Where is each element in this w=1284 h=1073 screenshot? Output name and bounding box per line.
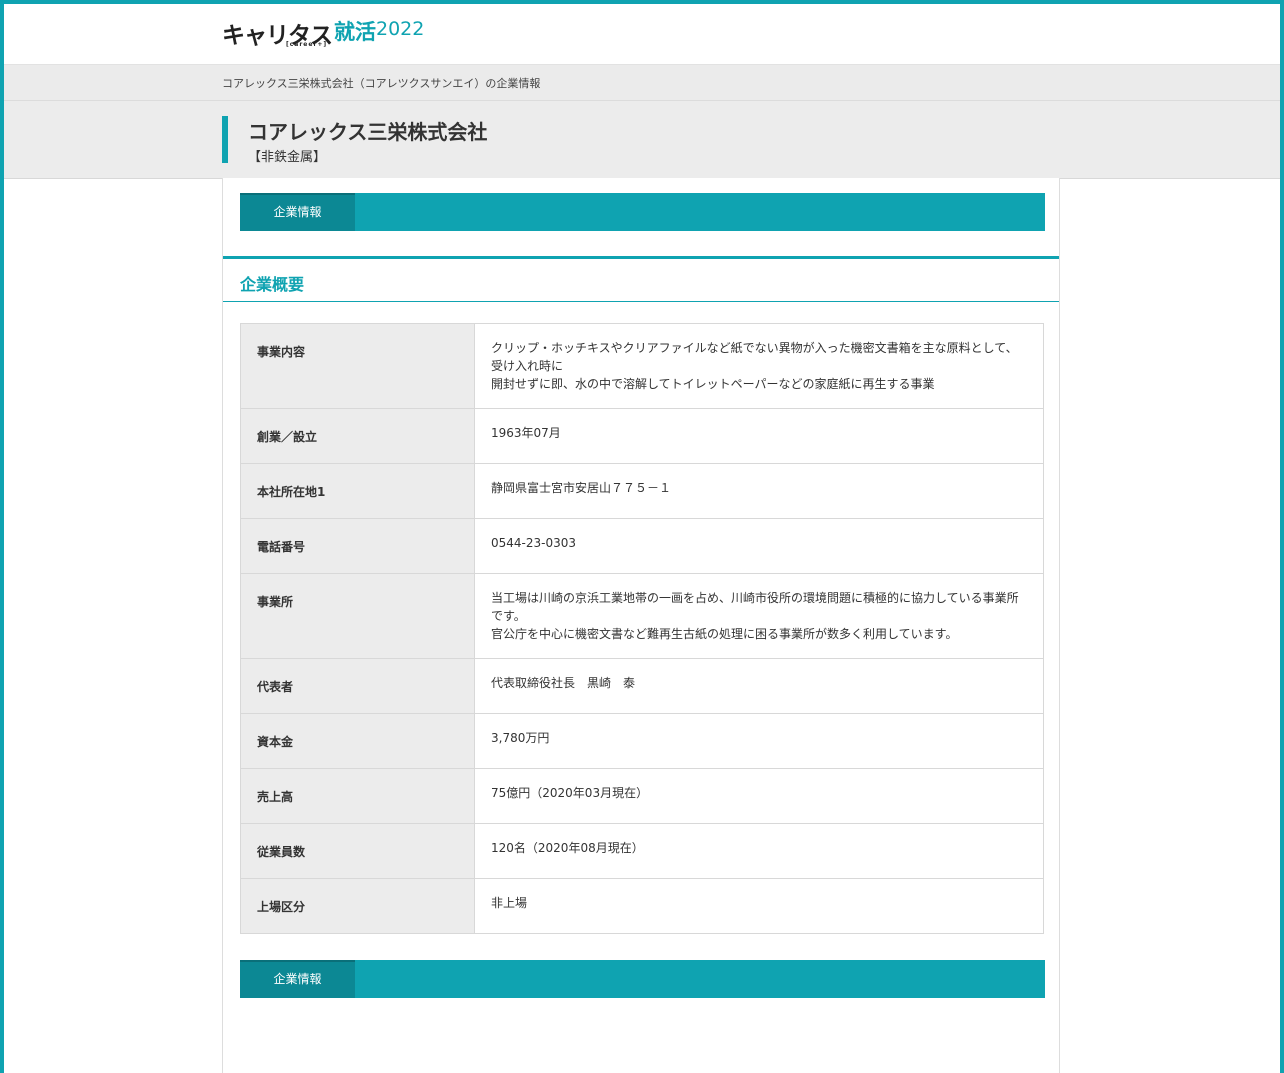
table-row: 売上高 75億円（2020年03月現在） <box>240 768 1044 824</box>
value-line: 当工場は川崎の京浜工業地帯の一画を占め、川崎市役所の環境問題に積極的に協力してい… <box>491 591 1019 605</box>
row-value: 1963年07月 <box>474 408 1044 464</box>
value-line: 代表取締役社長 黒崎 泰 <box>491 676 636 690</box>
logo-accent-text: 就活 <box>334 20 376 44</box>
value-line: です。 <box>491 609 526 623</box>
table-row: 資本金 3,780万円 <box>240 713 1044 769</box>
value-line: 1963年07月 <box>491 426 561 440</box>
breadcrumb-band: コアレックス三栄株式会社（コアレツクスサンエイ）の企業情報 <box>4 64 1280 101</box>
table-row: 事業内容 クリップ・ホッチキスやクリアファイルなど紙でない異物が入った機密文書箱を… <box>240 323 1044 409</box>
section-title: 企業概要 <box>240 275 305 294</box>
site-logo[interactable]: キャリタス就活2022 [career+] <box>222 16 424 52</box>
row-label: 本社所在地1 <box>240 463 475 519</box>
tab-company-info-bottom[interactable]: 企業情報 <box>240 960 355 998</box>
row-label: 創業／設立 <box>240 408 475 464</box>
tab-bar-bottom: 企業情報 <box>240 960 1045 998</box>
logo-sub-text: [career+] <box>286 41 328 48</box>
row-label: 事業内容 <box>240 323 475 409</box>
company-title-band: コアレックス三栄株式会社 【非鉄金属】 <box>4 101 1280 179</box>
row-value: 非上場 <box>474 878 1044 934</box>
table-row: 電話番号 0544-23-0303 <box>240 518 1044 574</box>
row-label: 上場区分 <box>240 878 475 934</box>
site-header: キャリタス就活2022 [career+] <box>4 4 1280 64</box>
table-row: 創業／設立 1963年07月 <box>240 408 1044 464</box>
row-value: 3,780万円 <box>474 713 1044 769</box>
row-label: 代表者 <box>240 658 475 714</box>
value-line: 75億円（2020年03月現在） <box>491 786 649 800</box>
page-frame: キャリタス就活2022 [career+] コアレックス三栄株式会社（コアレツク… <box>0 0 1284 1073</box>
value-line: 静岡県富士宮市安居山７７５－１ <box>491 481 672 495</box>
value-line: 0544-23-0303 <box>491 536 577 550</box>
row-value: 代表取締役社長 黒崎 泰 <box>474 658 1044 714</box>
table-row: 代表者 代表取締役社長 黒崎 泰 <box>240 658 1044 714</box>
page-title: コアレックス三栄株式会社 <box>248 120 488 144</box>
section-header: 企業概要 <box>223 256 1059 302</box>
value-line: クリップ・ホッチキスやクリアファイルなど紙でない異物が入った機密文書箱を主な原料… <box>491 341 1018 355</box>
row-value: 120名（2020年08月現在） <box>474 823 1044 879</box>
title-accent-bar <box>222 116 228 163</box>
table-row: 従業員数 120名（2020年08月現在） <box>240 823 1044 879</box>
main-content: 企業情報 企業概要 事業内容 クリップ・ホッチキスやクリアファイルなど紙でない異物… <box>222 178 1060 1073</box>
tab-company-info[interactable]: 企業情報 <box>240 193 355 231</box>
company-industry: 【非鉄金属】 <box>248 150 327 165</box>
tab-bar-top: 企業情報 <box>240 193 1045 231</box>
breadcrumb: コアレックス三栄株式会社（コアレツクスサンエイ）の企業情報 <box>222 77 541 90</box>
row-value: 静岡県富士宮市安居山７７５－１ <box>474 463 1044 519</box>
row-value: 0544-23-0303 <box>474 518 1044 574</box>
value-line: 官公庁を中心に機密文書など難再生古紙の処理に困る事業所が数多く利用しています。 <box>491 627 958 641</box>
row-label: 資本金 <box>240 713 475 769</box>
value-line: 非上場 <box>491 896 528 910</box>
value-line: 開封せずに即、水の中で溶解してトイレットペーパーなどの家庭紙に再生する事業 <box>491 377 935 391</box>
row-value: 当工場は川崎の京浜工業地帯の一画を占め、川崎市役所の環境問題に積極的に協力してい… <box>474 573 1044 659</box>
row-label: 事業所 <box>240 573 475 659</box>
row-value: クリップ・ホッチキスやクリアファイルなど紙でない異物が入った機密文書箱を主な原料… <box>474 323 1044 409</box>
row-label: 従業員数 <box>240 823 475 879</box>
table-row: 本社所在地1 静岡県富士宮市安居山７７５－１ <box>240 463 1044 519</box>
table-row: 事業所 当工場は川崎の京浜工業地帯の一画を占め、川崎市役所の環境問題に積極的に協力… <box>240 573 1044 659</box>
company-overview-table: 事業内容 クリップ・ホッチキスやクリアファイルなど紙でない異物が入った機密文書箱を… <box>240 323 1044 934</box>
row-value: 75億円（2020年03月現在） <box>474 768 1044 824</box>
row-label: 電話番号 <box>240 518 475 574</box>
row-label: 売上高 <box>240 768 475 824</box>
value-line: 120名（2020年08月現在） <box>491 841 644 855</box>
value-line: 3,780万円 <box>491 731 550 745</box>
table-row: 上場区分 非上場 <box>240 878 1044 934</box>
value-line: 受け入れ時に <box>491 359 564 373</box>
logo-year-text: 2022 <box>376 18 425 40</box>
